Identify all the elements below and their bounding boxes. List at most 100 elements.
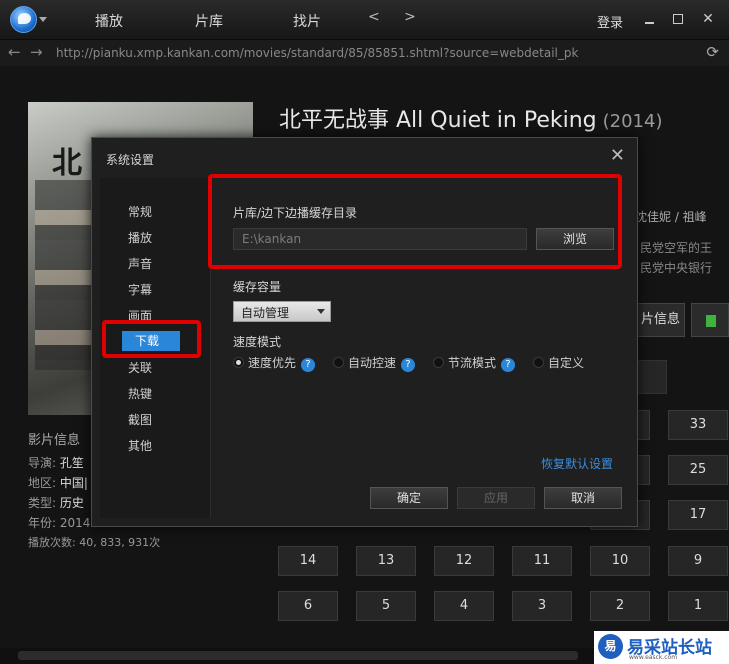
episode-button[interactable]: 13 bbox=[356, 546, 416, 576]
login-link[interactable]: 登录 bbox=[597, 12, 623, 31]
dialog-title: 系统设置 bbox=[106, 153, 155, 167]
scrollbar-thumb[interactable] bbox=[18, 651, 578, 660]
forward-arrow-icon[interactable]: → bbox=[30, 43, 43, 61]
watermark-url: www.easck.com bbox=[629, 654, 678, 661]
refresh-icon[interactable]: ⟳ bbox=[706, 43, 719, 61]
nav-history-arrows[interactable]: < > bbox=[368, 9, 426, 25]
maximize-icon bbox=[673, 14, 683, 24]
dialog-close-button[interactable]: ✕ bbox=[610, 145, 625, 166]
meta-value[interactable]: 孔笙 bbox=[60, 456, 84, 470]
movie-year: (2014) bbox=[602, 111, 663, 132]
green-icon bbox=[706, 315, 716, 327]
speed-option-priority[interactable]: 速度优先? bbox=[233, 354, 316, 372]
browse-button[interactable]: 浏览 bbox=[536, 228, 614, 250]
sidebar-item-hotkeys[interactable]: 热键 bbox=[128, 384, 188, 404]
description-line-1: 民党空军的王 bbox=[640, 241, 713, 255]
episode-button[interactable]: 11 bbox=[512, 546, 572, 576]
play-count: 播放次数: 40, 833, 931次 bbox=[28, 536, 161, 549]
speed-option-label: 自动控速 bbox=[348, 356, 397, 370]
speed-option-custom[interactable]: 自定义 bbox=[533, 354, 584, 372]
cache-dir-input[interactable]: E:\kankan bbox=[233, 228, 527, 250]
sidebar-item-general[interactable]: 常规 bbox=[128, 202, 188, 222]
nav-find[interactable]: 找片 bbox=[293, 11, 321, 31]
annotation-box-download bbox=[102, 320, 201, 358]
radio-dot-icon bbox=[433, 357, 444, 368]
help-icon[interactable]: ? bbox=[501, 358, 516, 372]
menu-caret-icon[interactable] bbox=[39, 17, 47, 22]
episode-button[interactable]: 25 bbox=[668, 455, 728, 485]
speed-mode-label: 速度模式 bbox=[233, 335, 282, 349]
meta-director: 导演: 孔笙 bbox=[28, 454, 84, 471]
ok-button[interactable]: 确定 bbox=[370, 487, 448, 509]
capacity-label: 缓存容量 bbox=[233, 280, 282, 294]
meta-value: 2014 bbox=[59, 516, 91, 530]
cancel-button[interactable]: 取消 bbox=[544, 487, 622, 509]
meta-label: 地区: bbox=[28, 476, 57, 490]
radio-dot-icon bbox=[233, 357, 244, 368]
meta-label: 年份: bbox=[28, 516, 57, 530]
sidebar-item-subtitles[interactable]: 字幕 bbox=[128, 280, 188, 300]
speed-option-label: 自定义 bbox=[548, 356, 585, 370]
movie-info-button[interactable]: 片信息 bbox=[637, 303, 685, 337]
episode-button[interactable]: 33 bbox=[668, 410, 728, 440]
nav-library[interactable]: 片库 bbox=[195, 11, 223, 31]
episode-button[interactable]: 3 bbox=[512, 591, 572, 621]
episode-button[interactable]: 1 bbox=[668, 591, 728, 621]
cast-partial[interactable]: 沈佳妮 / 祖峰 bbox=[635, 208, 707, 225]
radio-dot-icon bbox=[333, 357, 344, 368]
episode-tab-strip[interactable] bbox=[637, 360, 667, 394]
episode-button[interactable]: 12 bbox=[434, 546, 494, 576]
meta-value[interactable]: 历史 bbox=[60, 496, 84, 510]
title-bar: 播放 片库 找片 < > 登录 ✕ bbox=[0, 0, 729, 40]
annotation-box-cache-dir bbox=[208, 174, 622, 269]
restore-defaults-link[interactable]: 恢复默认设置 bbox=[541, 455, 613, 472]
radio-dot-icon bbox=[533, 357, 544, 368]
speed-option-auto[interactable]: 自动控速? bbox=[333, 354, 416, 372]
help-icon[interactable]: ? bbox=[301, 358, 316, 372]
address-bar: ← → http://pianku.xmp.kankan.com/movies/… bbox=[0, 40, 729, 66]
speed-mode-group: 速度优先? 自动控速? 节流模式? 自定义 bbox=[233, 354, 623, 372]
apply-button[interactable]: 应用 bbox=[457, 487, 535, 509]
speed-option-label: 速度优先 bbox=[248, 356, 297, 370]
speed-option-throttle[interactable]: 节流模式? bbox=[433, 354, 516, 372]
episode-button[interactable]: 10 bbox=[590, 546, 650, 576]
sidebar-item-association[interactable]: 关联 bbox=[128, 358, 188, 378]
episode-button[interactable]: 14 bbox=[278, 546, 338, 576]
close-window-button[interactable]: ✕ bbox=[697, 8, 719, 30]
minimize-button[interactable] bbox=[638, 8, 660, 30]
dropdown-caret-icon bbox=[317, 309, 325, 314]
episode-button[interactable]: 4 bbox=[434, 591, 494, 621]
episode-button[interactable]: 2 bbox=[590, 591, 650, 621]
sidebar-item-screenshot[interactable]: 截图 bbox=[128, 410, 188, 430]
description-line-2: 民党中央银行 bbox=[640, 261, 713, 275]
maximize-button[interactable] bbox=[667, 8, 689, 30]
episode-button[interactable]: 5 bbox=[356, 591, 416, 621]
movie-title-text: 北平无战事 All Quiet in Peking bbox=[279, 108, 597, 133]
meta-label: 类型: bbox=[28, 496, 57, 510]
sidebar-item-other[interactable]: 其他 bbox=[128, 436, 188, 456]
xunlei-logo-icon[interactable] bbox=[10, 6, 37, 33]
capacity-select[interactable]: 自动管理 bbox=[233, 301, 331, 322]
green-action-button[interactable] bbox=[691, 303, 729, 337]
watermark-logo-icon: 易 bbox=[598, 634, 623, 659]
meta-value[interactable]: 中国| bbox=[60, 476, 88, 490]
sidebar-item-playback[interactable]: 播放 bbox=[128, 228, 188, 248]
meta-label: 导演: bbox=[28, 456, 57, 470]
capacity-value: 自动管理 bbox=[241, 306, 290, 320]
poster-title-text: 北 bbox=[52, 146, 82, 181]
episode-button[interactable]: 9 bbox=[668, 546, 728, 576]
meta-year: 年份: 2014 bbox=[28, 514, 90, 531]
poster-figures bbox=[35, 180, 95, 370]
nav-play[interactable]: 播放 bbox=[95, 11, 123, 31]
settings-dialog: 系统设置 ✕ 常规 播放 声音 字幕 画面 下载 关联 热键 截图 其他 片库/… bbox=[91, 137, 638, 527]
help-icon[interactable]: ? bbox=[401, 358, 416, 372]
back-arrow-icon[interactable]: ← bbox=[8, 43, 21, 61]
meta-genre: 类型: 历史 bbox=[28, 494, 84, 511]
episode-button[interactable]: 17 bbox=[668, 500, 728, 530]
cache-dir-label: 片库/边下边播缓存目录 bbox=[233, 206, 358, 220]
url-text[interactable]: http://pianku.xmp.kankan.com/movies/stan… bbox=[56, 46, 578, 60]
movie-title: 北平无战事 All Quiet in Peking (2014) bbox=[279, 102, 662, 134]
meta-region: 地区: 中国| bbox=[28, 474, 88, 491]
episode-button[interactable]: 6 bbox=[278, 591, 338, 621]
sidebar-item-sound[interactable]: 声音 bbox=[128, 254, 188, 274]
